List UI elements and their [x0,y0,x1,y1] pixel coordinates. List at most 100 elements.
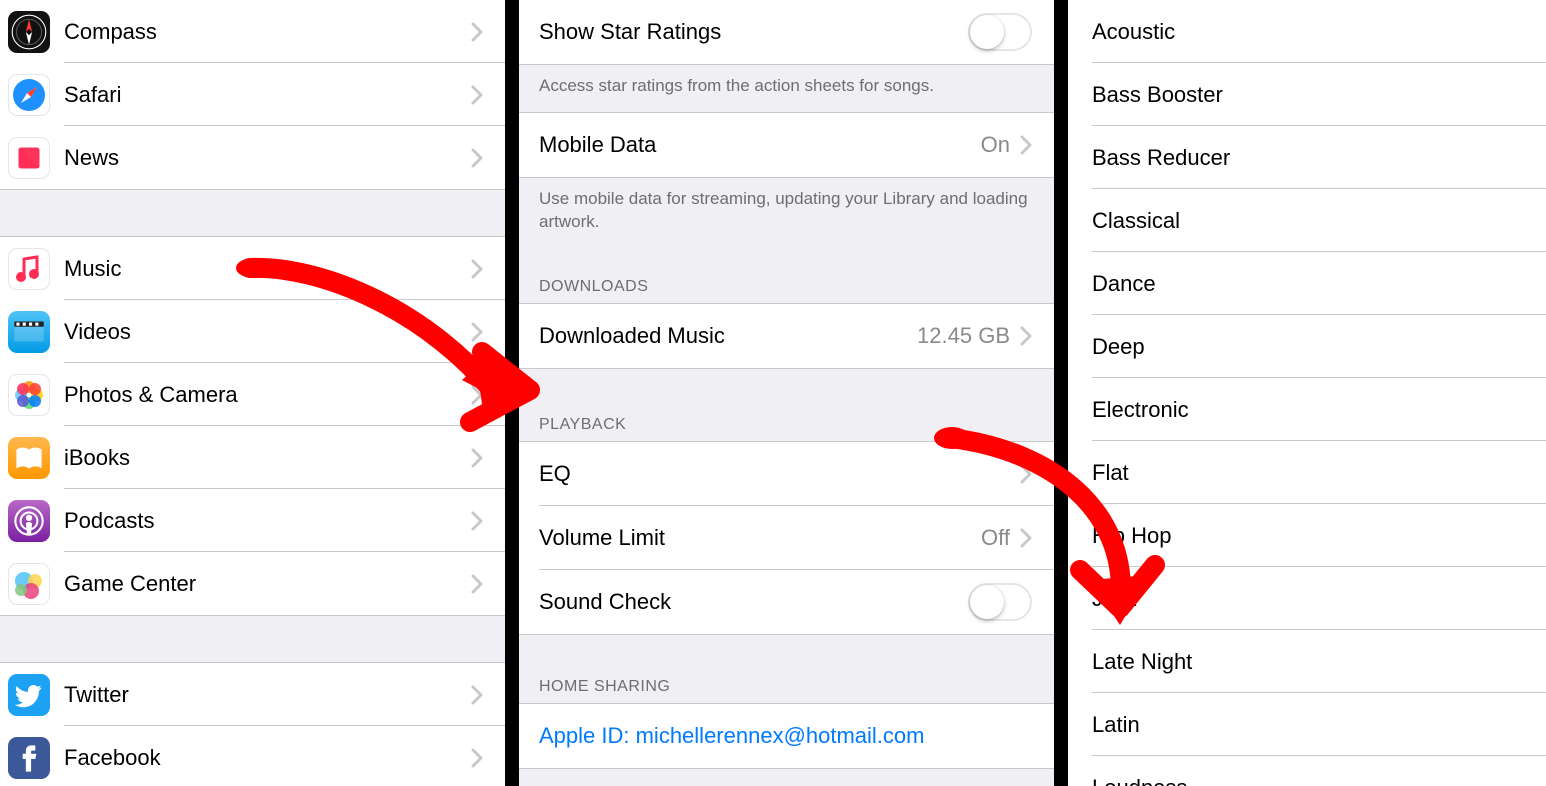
section-gap [0,189,505,237]
eq-preset-row[interactable]: Hip Hop [1068,504,1546,567]
music-icon [8,248,50,290]
settings-section-utilities: Compass Safari News [0,0,505,189]
settings-row-news[interactable]: News [0,126,505,189]
settings-section-social: Twitter Facebook [0,663,505,786]
eq-preset-list: Acoustic Bass Booster Bass Reducer Classica… [1068,0,1546,786]
row-value: 12.45 GB [917,323,1010,349]
downloads-header: DOWNLOADS [519,248,1054,304]
eq-preset-row[interactable]: Loudness [1068,756,1546,786]
eq-preset-label: Hip Hop [1092,523,1171,549]
photos-icon [8,374,50,416]
chevron-right-icon [471,574,483,594]
star-ratings-footer: Access star ratings from the action shee… [519,64,1054,112]
chevron-right-icon [471,148,483,168]
chevron-right-icon [1020,464,1032,484]
sound-check-toggle[interactable] [968,583,1032,621]
chevron-right-icon [1020,528,1032,548]
safari-icon [8,74,50,116]
eq-preset-row[interactable]: Classical [1068,189,1546,252]
eq-preset-label: Electronic [1092,397,1189,423]
settings-row-label: News [64,145,471,171]
eq-preset-label: Jazz [1092,586,1137,612]
eq-preset-row[interactable]: Deep [1068,315,1546,378]
row-label: Volume Limit [539,525,981,551]
eq-preset-label: Flat [1092,460,1129,486]
chevron-right-icon [471,322,483,342]
eq-preset-row[interactable]: Bass Reducer [1068,126,1546,189]
sound-check-row[interactable]: Sound Check [519,570,1054,634]
chevron-right-icon [471,259,483,279]
row-value: On [981,132,1010,158]
settings-row-facebook[interactable]: Facebook [0,726,505,786]
chevron-right-icon [471,511,483,531]
podcasts-icon [8,500,50,542]
settings-section-media: Music Videos [0,237,505,615]
settings-list-panel: Compass Safari News [0,0,519,786]
downloaded-music-row[interactable]: Downloaded Music 12.45 GB [519,304,1054,368]
settings-row-music[interactable]: Music [0,237,505,300]
eq-preset-row[interactable]: Electronic [1068,378,1546,441]
home-sharing-header: HOME SHARING [519,648,1054,704]
settings-row-videos[interactable]: Videos [0,300,505,363]
settings-row-label: Compass [64,19,471,45]
settings-row-label: Podcasts [64,508,471,534]
row-label: Sound Check [539,589,968,615]
row-label: Mobile Data [539,132,981,158]
eq-preset-label: Late Night [1092,649,1192,675]
mobile-data-footer: Use mobile data for streaming, updating … [519,177,1054,248]
eq-preset-label: Acoustic [1092,19,1175,45]
star-ratings-toggle[interactable] [968,13,1032,51]
chevron-right-icon [471,22,483,42]
settings-row-label: Safari [64,82,471,108]
facebook-icon [8,737,50,779]
settings-row-safari[interactable]: Safari [0,63,505,126]
game-center-icon [8,563,50,605]
eq-preset-row[interactable]: Jazz [1068,567,1546,630]
eq-preset-label: Dance [1092,271,1156,297]
eq-preset-row[interactable]: Flat [1068,441,1546,504]
settings-row-label: Videos [64,319,471,345]
settings-row-label: iBooks [64,445,471,471]
settings-row-label: Music [64,256,471,282]
settings-row-label: Facebook [64,745,471,771]
settings-row-label: Photos & Camera [64,382,471,408]
chevron-right-icon [471,685,483,705]
news-icon [8,137,50,179]
settings-row-twitter[interactable]: Twitter [0,663,505,726]
eq-preset-label: Bass Booster [1092,82,1223,108]
eq-preset-label: Classical [1092,208,1180,234]
row-label: Show Star Ratings [539,19,968,45]
eq-preset-label: Loudness [1092,775,1187,786]
ibooks-icon [8,437,50,479]
eq-preset-label: Latin [1092,712,1140,738]
eq-preset-row[interactable]: Dance [1068,252,1546,315]
eq-preset-row[interactable]: Acoustic [1068,0,1546,63]
videos-icon [8,311,50,353]
twitter-icon [8,674,50,716]
chevron-right-icon [471,385,483,405]
apple-id-row[interactable]: Apple ID: michellerennex@hotmail.com [519,704,1054,768]
eq-preset-row[interactable]: Latin [1068,693,1546,756]
settings-row-podcasts[interactable]: Podcasts [0,489,505,552]
music-settings-panel: Show Star Ratings Access star ratings fr… [519,0,1068,786]
eq-preset-row[interactable]: Late Night [1068,630,1546,693]
compass-icon [8,11,50,53]
eq-preset-row[interactable]: Bass Booster [1068,63,1546,126]
volume-limit-row[interactable]: Volume Limit Off [519,506,1054,570]
settings-row-photos-camera[interactable]: Photos & Camera [0,363,505,426]
eq-row[interactable]: EQ [519,442,1054,506]
section-gap [0,615,505,663]
eq-presets-panel: Acoustic Bass Booster Bass Reducer Classica… [1068,0,1546,786]
mobile-data-row[interactable]: Mobile Data On [519,113,1054,177]
settings-row-label: Game Center [64,571,471,597]
apple-id-label: Apple ID: michellerennex@hotmail.com [539,723,1032,749]
chevron-right-icon [471,85,483,105]
settings-row-label: Twitter [64,682,471,708]
show-star-ratings-row[interactable]: Show Star Ratings [519,0,1054,64]
row-label: Downloaded Music [539,323,917,349]
settings-row-ibooks[interactable]: iBooks [0,426,505,489]
chevron-right-icon [1020,326,1032,346]
settings-row-compass[interactable]: Compass [0,0,505,63]
settings-row-game-center[interactable]: Game Center [0,552,505,615]
chevron-right-icon [471,748,483,768]
